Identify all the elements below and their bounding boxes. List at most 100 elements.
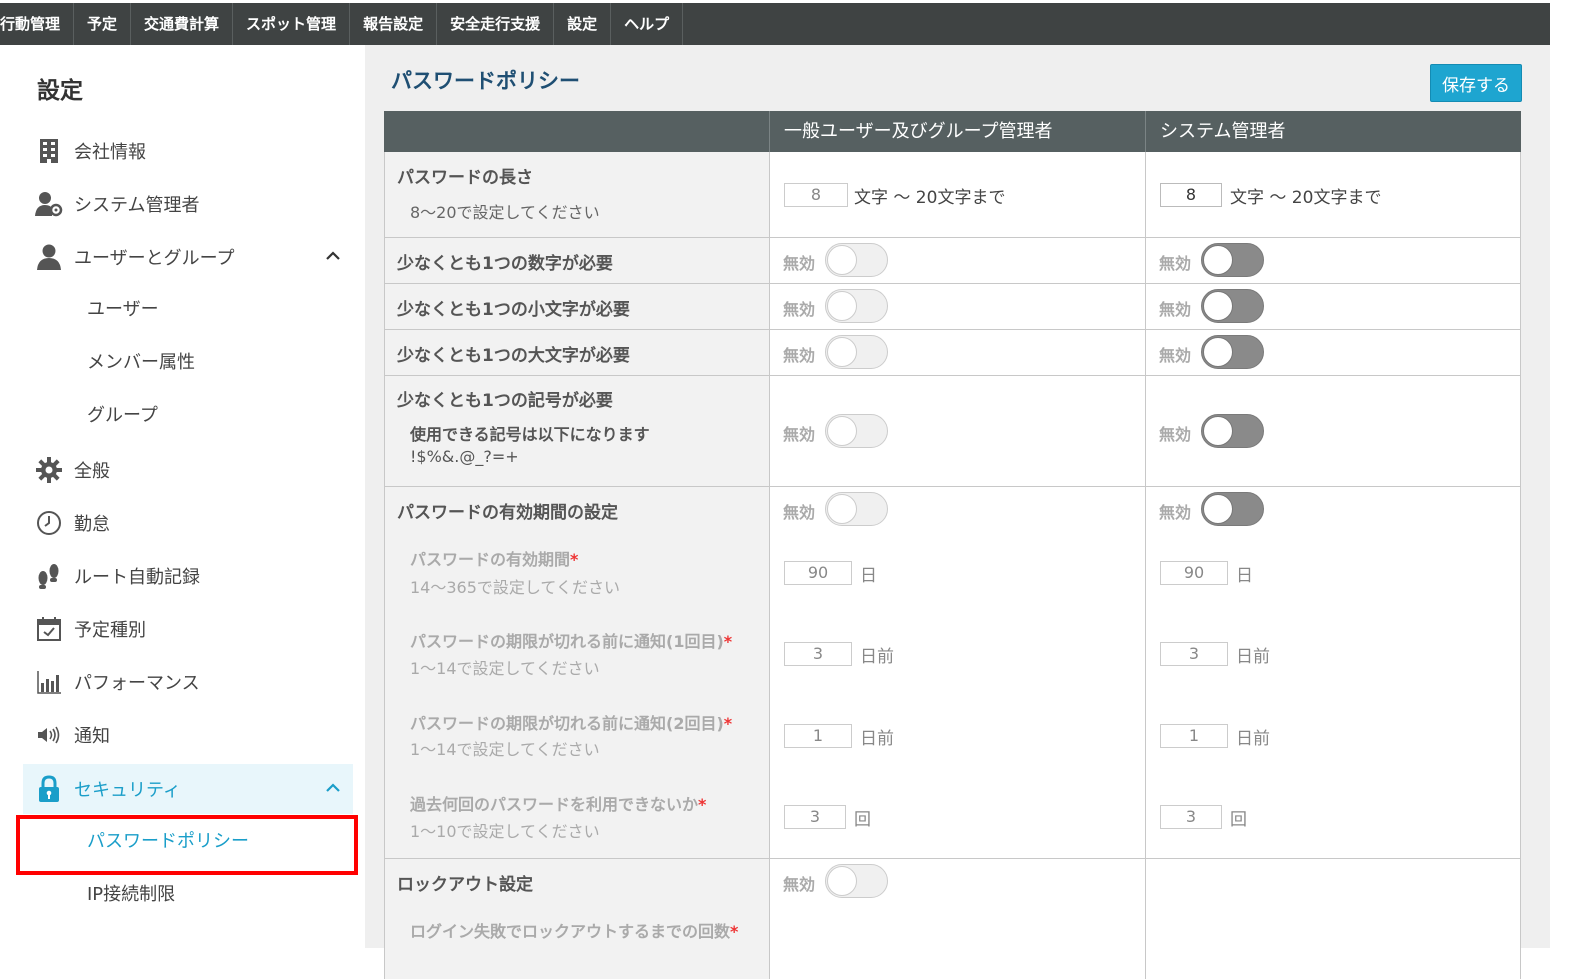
sidebar-subitem-groups[interactable]: グループ <box>87 391 158 441</box>
save-button[interactable]: 保存する <box>1430 64 1522 102</box>
top-navigation: 行動管理 予定 交通費計算 スポット管理 報告設定 安全走行支援 設定 ヘルプ <box>0 3 1550 45</box>
sidebar: 設定 会社情報 システム管理者 ユーザーとグループ ユーザー メンバー属性 グル… <box>0 45 365 948</box>
header-system-admin: システム管理者 <box>1160 121 1286 142</box>
sidebar-subitem-member-attributes[interactable]: メンバー属性 <box>87 338 195 388</box>
min-length-input-general[interactable]: 8 <box>784 183 848 207</box>
notify2-unit: 日前 <box>1236 729 1270 749</box>
nav-help[interactable]: ヘルプ <box>611 3 684 45</box>
symbol-hint: 使用できる記号は以下になります <box>410 425 650 444</box>
sidebar-item-system-admin[interactable]: システム管理者 <box>23 179 353 229</box>
sidebar-item-label: 全般 <box>74 461 110 482</box>
sidebar-item-performance[interactable]: パフォーマンス <box>23 657 353 707</box>
symbol-list: !$%&.@_?=+ <box>410 447 519 466</box>
sidebar-item-users-groups[interactable]: ユーザーとグループ <box>23 232 353 282</box>
sidebar-item-notification[interactable]: 通知 <box>23 710 353 760</box>
symbol-toggle-admin[interactable] <box>1201 414 1264 448</box>
sidebar-item-route-recording[interactable]: ルート自動記録 <box>23 551 353 601</box>
digit-toggle-admin[interactable] <box>1201 243 1264 277</box>
row-label: パスワードの有効期間の設定 <box>397 503 618 523</box>
nav-spot[interactable]: スポット管理 <box>233 3 351 45</box>
password-policy-table: 一般ユーザー及びグループ管理者 システム管理者 パスワードの長さ 8〜20で設定… <box>384 111 1521 979</box>
admin-icon <box>35 190 63 218</box>
notify1-hint: 1〜14で設定してください <box>410 659 600 678</box>
notify1-input-general[interactable]: 3 <box>784 642 852 666</box>
row-label: パスワードの長さ <box>397 168 533 188</box>
history-input-general[interactable]: 3 <box>784 805 846 829</box>
sidebar-item-label: ユーザーとグループ <box>74 248 235 269</box>
period-hint: 14〜365で設定してください <box>410 578 620 597</box>
header-empty <box>384 111 770 152</box>
sidebar-item-label: 会社情報 <box>74 142 146 163</box>
chevron-up-icon[interactable] <box>323 778 343 798</box>
table-row-length: パスワードの長さ 8〜20で設定してください 8 文字 〜 20文字まで 8 文… <box>384 152 1521 238</box>
footprint-icon <box>35 562 63 590</box>
toggle-state-label: 無効 <box>783 425 816 444</box>
lockout-toggle-general[interactable] <box>825 864 888 898</box>
sidebar-item-label: 通知 <box>74 726 110 747</box>
sidebar-item-label: セキュリティ <box>74 780 181 801</box>
sidebar-item-general[interactable]: 全般 <box>23 445 353 495</box>
digit-toggle-general[interactable] <box>825 243 888 277</box>
toggle-state-label: 無効 <box>783 346 816 365</box>
length-unit: 文字 〜 20文字まで <box>1230 188 1382 208</box>
toggle-state-label: 無効 <box>783 254 816 273</box>
history-input-admin[interactable]: 3 <box>1160 805 1222 829</box>
length-unit: 文字 〜 20文字まで <box>854 188 1006 208</box>
page-title: パスワードポリシー <box>391 69 580 93</box>
toggle-state-label: 無効 <box>1159 346 1192 365</box>
nav-activity[interactable]: 行動管理 <box>0 3 75 45</box>
sidebar-title: 設定 <box>37 78 83 104</box>
row-label: 少なくとも1つの大文字が必要 <box>397 346 630 366</box>
notify2-input-admin[interactable]: 1 <box>1160 724 1228 748</box>
min-length-input-admin[interactable]: 8 <box>1160 183 1222 207</box>
toggle-state-label: 無効 <box>783 300 816 319</box>
symbol-toggle-general[interactable] <box>825 414 888 448</box>
sidebar-item-label: 勤怠 <box>74 514 110 535</box>
sidebar-item-label: 予定種別 <box>74 620 146 641</box>
row-label: ロックアウト設定 <box>397 875 533 895</box>
calendar-icon <box>35 615 63 643</box>
lock-icon <box>35 775 63 803</box>
notify2-label: パスワードの期限が切れる前に通知(2回目)* <box>410 714 733 733</box>
period-input-admin[interactable]: 90 <box>1160 561 1228 585</box>
user-icon <box>35 243 63 271</box>
expiry-toggle-admin[interactable] <box>1201 492 1264 526</box>
chart-icon <box>35 668 63 696</box>
uppercase-toggle-admin[interactable] <box>1201 335 1264 369</box>
nav-schedule[interactable]: 予定 <box>74 3 132 45</box>
notify2-input-general[interactable]: 1 <box>784 724 852 748</box>
sidebar-subitem-ip-restriction[interactable]: IP接続制限 <box>87 870 175 920</box>
toggle-state-label: 無効 <box>1159 254 1192 273</box>
period-input-general[interactable]: 90 <box>784 561 852 585</box>
sidebar-item-label: システム管理者 <box>74 195 200 216</box>
history-label: 過去何回のパスワードを利用できないか* <box>410 795 707 814</box>
sidebar-item-security[interactable]: セキュリティ <box>23 764 353 814</box>
history-unit: 回 <box>1230 810 1247 830</box>
lowercase-toggle-general[interactable] <box>825 289 888 323</box>
table-row-lockout: ロックアウト設定 ログイン失敗でロックアウトするまでの回数* 無効 <box>384 859 1521 979</box>
nav-expense[interactable]: 交通費計算 <box>131 3 234 45</box>
sidebar-item-attendance[interactable]: 勤怠 <box>23 498 353 548</box>
toggle-state-label: 無効 <box>783 875 816 894</box>
notify1-label: パスワードの期限が切れる前に通知(1回目)* <box>410 632 733 651</box>
table-row-digit: 少なくとも1つの数字が必要 無効 無効 <box>384 238 1521 284</box>
table-header: 一般ユーザー及びグループ管理者 システム管理者 <box>384 111 1521 152</box>
gear-icon <box>35 456 63 484</box>
sidebar-item-schedule-type[interactable]: 予定種別 <box>23 604 353 654</box>
notify2-hint: 1〜14で設定してください <box>410 740 600 759</box>
sidebar-item-company[interactable]: 会社情報 <box>23 126 353 176</box>
chevron-up-icon[interactable] <box>323 246 343 266</box>
sidebar-subitem-users[interactable]: ユーザー <box>87 285 159 335</box>
uppercase-toggle-general[interactable] <box>825 335 888 369</box>
period-unit: 日 <box>860 566 877 586</box>
nav-report-settings[interactable]: 報告設定 <box>350 3 438 45</box>
toggle-state-label: 無効 <box>1159 300 1192 319</box>
lowercase-toggle-admin[interactable] <box>1201 289 1264 323</box>
highlight-box <box>16 815 358 875</box>
expiry-toggle-general[interactable] <box>825 492 888 526</box>
table-row-expiry: パスワードの有効期間の設定 パスワードの有効期間* 14〜365で設定してくださ… <box>384 487 1521 859</box>
building-icon <box>35 137 63 165</box>
nav-settings[interactable]: 設定 <box>554 3 612 45</box>
nav-safe-driving[interactable]: 安全走行支援 <box>437 3 555 45</box>
notify1-input-admin[interactable]: 3 <box>1160 642 1228 666</box>
